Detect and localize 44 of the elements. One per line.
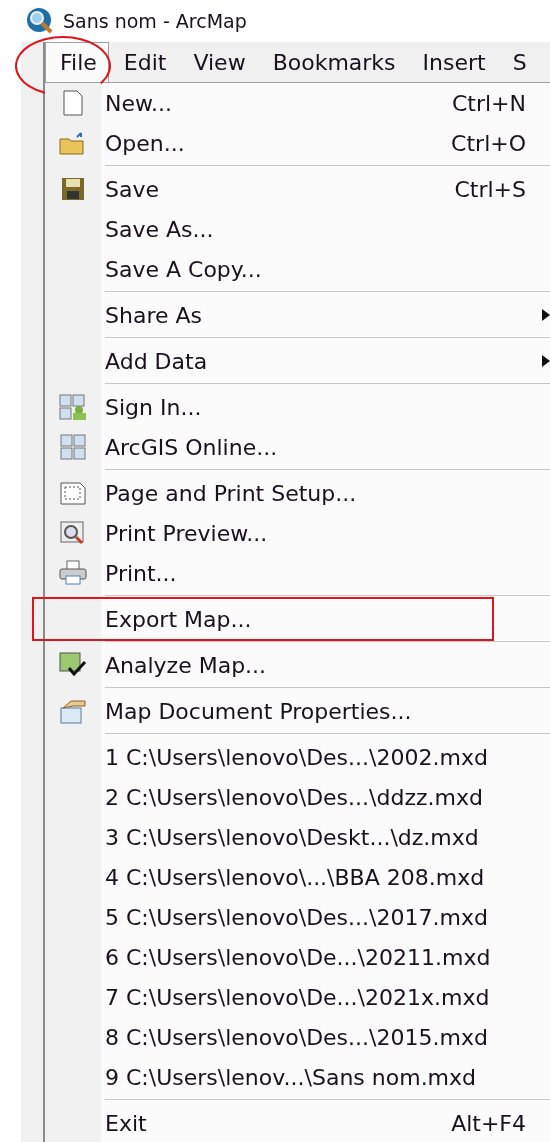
grid-icon <box>60 434 86 460</box>
menu-title[interactable]: File <box>45 42 109 82</box>
menu-item[interactable]: Page and Print Setup... <box>45 473 550 513</box>
grid-person-icon <box>59 394 87 420</box>
menu-item[interactable]: Sign In... <box>45 387 550 427</box>
print-preview-icon <box>59 520 87 546</box>
menu-item[interactable]: Analyze Map... <box>45 645 550 685</box>
new-document-icon <box>61 90 85 116</box>
folder-icon <box>59 131 87 155</box>
menu-item[interactable]: Save Ctrl+S <box>45 169 550 209</box>
menu-item[interactable]: Save A Copy... <box>45 249 550 289</box>
window-title: Sans nom - ArcMap <box>63 10 247 32</box>
menu-item[interactable]: 9 C:\Users\lenov...\Sans nom.mxd <box>45 1057 550 1097</box>
menu-item[interactable]: Map Document Properties... <box>45 691 550 731</box>
menu-item[interactable]: 1 C:\Users\lenovo\Des...\2002.mxd <box>45 737 550 777</box>
menu-item[interactable]: Open... Ctrl+O <box>45 123 550 163</box>
menu-item[interactable]: 8 C:\Users\lenovo\Des...\2015.mxd <box>45 1017 550 1057</box>
menu-title[interactable]: Insert <box>407 42 498 82</box>
menu-item[interactable]: 2 C:\Users\lenovo\Des...\ddzz.mxd <box>45 777 550 817</box>
menu-item[interactable]: Print Preview... <box>45 513 550 553</box>
menu-item[interactable]: Export Map... <box>45 599 550 639</box>
menu-item[interactable]: Share As <box>45 295 550 335</box>
map-check-icon <box>59 652 87 678</box>
submenu-arrow-icon <box>542 309 550 321</box>
menu-item[interactable]: 4 C:\Users\lenovo\...\BBA 208.mxd <box>45 857 550 897</box>
page-setup-icon <box>60 481 86 505</box>
menu-item[interactable]: Exit Alt+F4 <box>45 1103 550 1142</box>
menu-item[interactable]: Print... <box>45 553 550 593</box>
menu-item[interactable]: 3 C:\Users\lenovo\Deskt...\dz.mxd <box>45 817 550 857</box>
menu-title[interactable]: Bookmarks <box>257 42 408 82</box>
globe-magnifier-icon <box>25 6 55 36</box>
menu-item[interactable]: 5 C:\Users\lenovo\Des...\2017.mxd <box>45 897 550 937</box>
menu-title[interactable]: Edit <box>108 42 179 82</box>
menu-item[interactable]: ArcGIS Online... <box>45 427 550 467</box>
menu-item[interactable]: New... Ctrl+N <box>45 83 550 123</box>
submenu-arrow-icon <box>542 355 550 367</box>
menu-title[interactable]: View <box>178 42 258 82</box>
document-hand-icon <box>59 698 87 724</box>
printer-icon <box>59 560 87 586</box>
menu-item[interactable]: 7 C:\Users\lenovo\De...\2021x.mxd <box>45 977 550 1017</box>
menu-item[interactable]: Save As... <box>45 209 550 249</box>
menu-item[interactable]: Add Data <box>45 341 550 381</box>
menu-item[interactable]: 6 C:\Users\lenovo\De...\20211.mxd <box>45 937 550 977</box>
menu-title[interactable]: S <box>497 42 539 82</box>
